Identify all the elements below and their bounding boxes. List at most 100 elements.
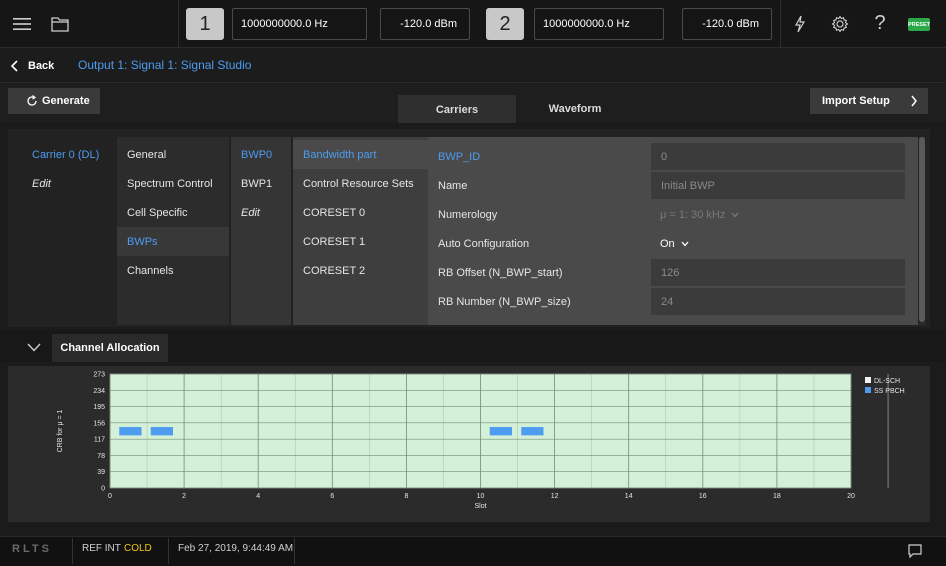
x-tick-label: 8	[404, 493, 408, 500]
allocation-chart-svg: 0 2 4 6 8 10 12 14 16 18 20 0 39 78 117 156 195 234 273 Slo…	[57, 372, 905, 511]
y-tick-label: 234	[93, 388, 105, 395]
allocation-block-ss-pbch	[521, 427, 544, 436]
hamburger-icon[interactable]	[10, 12, 34, 36]
temp-status: COLD	[124, 543, 152, 554]
chevron-down-icon	[731, 212, 739, 217]
y-tick-label: 273	[93, 372, 105, 379]
chevron-right-icon	[911, 95, 917, 107]
channel2-power-field[interactable]: -120.0 dBm	[682, 8, 772, 40]
allocation-block-ss-pbch	[119, 427, 142, 436]
breadcrumb-path[interactable]: Output 1: Signal 1: Signal Studio	[78, 58, 251, 72]
allocation-block-ss-pbch	[150, 427, 173, 436]
list-item-channels[interactable]: Channels	[117, 256, 229, 285]
carrier-list: Carrier 0 (DL) Edit	[22, 137, 117, 325]
x-axis-label: Slot	[474, 503, 486, 510]
channel1-power-field[interactable]: -120.0 dBm	[380, 8, 470, 40]
chevron-down-icon	[681, 241, 689, 246]
name-field[interactable]: Initial BWP	[650, 171, 906, 200]
auto-configuration-dropdown[interactable]: On	[650, 229, 689, 258]
x-tick-label: 20	[847, 493, 855, 500]
channel-allocation-chart: 0 2 4 6 8 10 12 14 16 18 20 0 39 78 117 156 195 234 273 Slo…	[8, 366, 930, 522]
list-item-general[interactable]: General	[117, 140, 229, 169]
list-item-edit-bwp[interactable]: Edit	[231, 198, 291, 227]
divider	[168, 538, 169, 564]
y-tick-label: 117	[94, 437, 105, 444]
refresh-icon	[27, 95, 37, 106]
list-item-edit-carrier[interactable]: Edit	[22, 169, 117, 198]
param-label-auto-configuration: Auto Configuration	[438, 237, 530, 250]
x-tick-label: 4	[256, 493, 260, 500]
allocation-block-ss-pbch	[489, 427, 512, 436]
list-item-bwps[interactable]: BWPs	[117, 227, 229, 256]
y-tick-label: 39	[97, 469, 105, 476]
param-label-rb-offset: RB Offset (N_BWP_start)	[438, 266, 563, 279]
rb-offset-field[interactable]: 126	[650, 258, 906, 287]
y-axis-label: CRB for μ = 1	[57, 410, 64, 453]
x-tick-label: 0	[108, 493, 112, 500]
x-tick-label: 18	[773, 493, 781, 500]
numerology-value: μ = 1: 30 kHz	[660, 208, 726, 221]
bwp-list: BWP0 BWP1 Edit	[231, 137, 291, 325]
y-tick-label: 78	[97, 453, 105, 460]
list-item-spectrum-control[interactable]: Spectrum Control	[117, 169, 229, 198]
y-tick-label: 195	[93, 404, 105, 411]
legend-swatch	[865, 387, 871, 393]
chevron-left-icon	[10, 60, 18, 72]
list-item-coreset-0[interactable]: CORESET 0	[293, 198, 428, 227]
divider	[780, 0, 781, 48]
datetime: Feb 27, 2019, 9:44:49 AM	[178, 543, 294, 554]
list-item-cell-specific[interactable]: Cell Specific	[117, 198, 229, 227]
param-label-rb-number: RB Number (N_BWP_size)	[438, 295, 571, 308]
channel2-frequency-field[interactable]: 1000000000.0 Hz	[534, 8, 664, 40]
message-icon[interactable]	[904, 541, 926, 561]
x-tick-label: 16	[699, 493, 707, 500]
channel1-button[interactable]: 1	[186, 8, 224, 40]
list-item-coreset-1[interactable]: CORESET 1	[293, 227, 428, 256]
y-tick-label: 0	[101, 486, 105, 493]
param-label-bwp-id: BWP_ID	[438, 150, 481, 163]
x-tick-label: 12	[551, 493, 559, 500]
list-item-carrier-0[interactable]: Carrier 0 (DL)	[22, 140, 117, 169]
list-item-bandwidth-part[interactable]: Bandwidth part	[293, 140, 428, 169]
help-icon[interactable]: ?	[868, 10, 892, 36]
ref-status: REF INT	[82, 543, 121, 554]
tab-waveform[interactable]: Waveform	[516, 95, 634, 123]
status-logo: RLTS	[12, 543, 52, 555]
param-label-numerology: Numerology	[438, 208, 498, 221]
legend-swatch	[865, 377, 871, 383]
channel-allocation-tab[interactable]: Channel Allocation	[52, 334, 168, 362]
divider	[178, 0, 179, 48]
numerology-dropdown[interactable]: μ = 1: 30 kHz	[650, 200, 739, 229]
y-tick-label: 156	[93, 420, 105, 427]
param-label-name: Name	[438, 179, 468, 192]
divider	[294, 538, 295, 564]
tab-carriers[interactable]: Carriers	[398, 95, 516, 123]
scrollbar[interactable]	[919, 137, 925, 322]
collapse-icon[interactable]	[22, 336, 46, 358]
list-item-control-resource-sets[interactable]: Control Resource Sets	[293, 169, 428, 198]
rb-number-field[interactable]: 24	[650, 287, 906, 316]
gear-icon[interactable]	[828, 12, 852, 36]
back-button[interactable]: Back	[10, 55, 68, 77]
x-tick-label: 10	[477, 493, 485, 500]
folder-icon[interactable]	[48, 12, 72, 36]
lightning-icon[interactable]	[788, 12, 812, 36]
x-tick-label: 6	[330, 493, 334, 500]
list-item-coreset-2[interactable]: CORESET 2	[293, 256, 428, 285]
generate-label: Generate	[42, 95, 90, 107]
preset-button[interactable]: PRESET	[908, 18, 930, 31]
bwp-id-field[interactable]: 0	[650, 142, 906, 171]
auto-configuration-value: On	[660, 237, 675, 250]
x-tick-label: 2	[182, 493, 186, 500]
list-item-bwp0[interactable]: BWP0	[231, 140, 291, 169]
generate-button[interactable]: Generate	[8, 88, 100, 114]
import-setup-button[interactable]: Import Setup	[810, 88, 928, 114]
legend-label: SS PBCH	[874, 388, 905, 395]
channel2-button[interactable]: 2	[486, 8, 524, 40]
legend-label: DL-SCH	[874, 378, 900, 385]
divider	[72, 538, 73, 564]
x-tick-label: 14	[625, 493, 633, 500]
list-item-bwp1[interactable]: BWP1	[231, 169, 291, 198]
back-label: Back	[28, 60, 55, 72]
channel1-frequency-field[interactable]: 1000000000.0 Hz	[232, 8, 367, 40]
